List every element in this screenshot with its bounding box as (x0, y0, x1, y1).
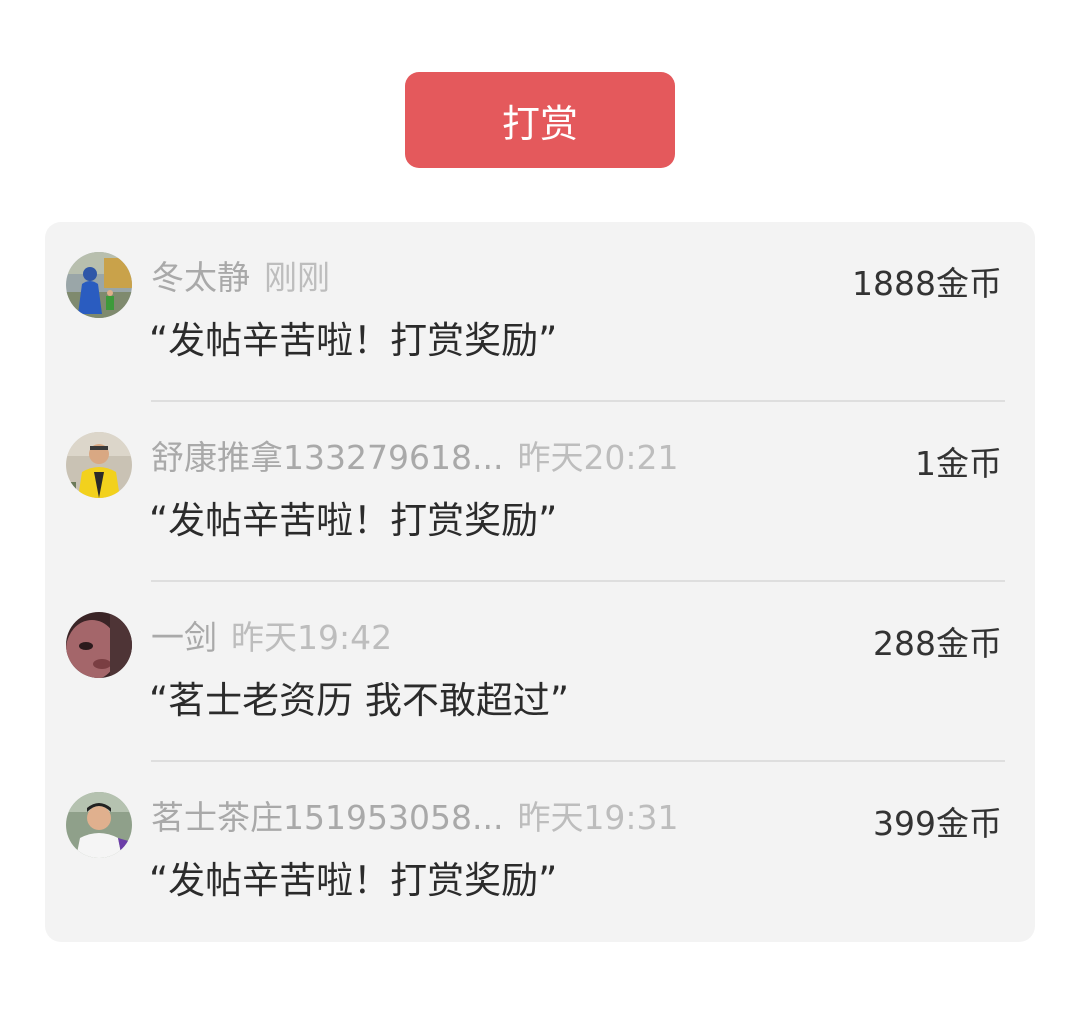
reward-amount: 1金币 (915, 444, 1002, 483)
reward-list-item[interactable]: 一剑 昨天19:42 288金币 “茗士老资历 我不敢超过” (45, 582, 1035, 762)
username[interactable]: 一剑 (151, 618, 217, 657)
reward-amount: 399金币 (873, 804, 1002, 843)
reward-list: 冬太静 刚刚 1888金币 “发帖辛苦啦！打赏奖励” 舒康推拿133279618.… (45, 222, 1035, 942)
reward-message: “发帖辛苦啦！打赏奖励” (149, 859, 558, 902)
username[interactable]: 舒康推拿133279618... (151, 438, 503, 477)
reward-time: 刚刚 (264, 258, 330, 297)
reward-time: 昨天20:21 (517, 438, 679, 477)
reward-button[interactable]: 打赏 (405, 72, 675, 168)
reward-meta: 冬太静 刚刚 (151, 256, 330, 300)
avatar-face-closeup-icon[interactable] (66, 612, 132, 678)
reward-time: 昨天19:31 (517, 798, 679, 837)
reward-amount: 288金币 (873, 624, 1002, 663)
reward-amount: 1888金币 (852, 264, 1002, 303)
reward-message: “茗士老资历 我不敢超过” (149, 679, 570, 722)
reward-list-item[interactable]: 舒康推拿133279618... 昨天20:21 1金币 “发帖辛苦啦！打赏奖励” (45, 402, 1035, 582)
reward-message: “发帖辛苦啦！打赏奖励” (149, 499, 558, 542)
avatar-man-portrait-icon[interactable] (66, 792, 132, 858)
avatar-outdoor-photo-icon[interactable] (66, 252, 132, 318)
reward-message: “发帖辛苦啦！打赏奖励” (149, 319, 558, 362)
avatar-yellow-jacket-icon[interactable] (66, 432, 132, 498)
reward-meta: 舒康推拿133279618... 昨天20:21 (151, 436, 679, 480)
reward-list-item[interactable]: 冬太静 刚刚 1888金币 “发帖辛苦啦！打赏奖励” (45, 222, 1035, 402)
footer-link-partial[interactable] (0, 1018, 1080, 1031)
reward-list-item[interactable]: 茗士茶庄151953058... 昨天19:31 399金币 “发帖辛苦啦！打赏奖… (45, 762, 1035, 942)
reward-time: 昨天19:42 (231, 618, 393, 657)
reward-meta: 一剑 昨天19:42 (151, 616, 392, 660)
username[interactable]: 茗士茶庄151953058... (151, 798, 503, 837)
username[interactable]: 冬太静 (151, 258, 250, 297)
reward-meta: 茗士茶庄151953058... 昨天19:31 (151, 796, 679, 840)
